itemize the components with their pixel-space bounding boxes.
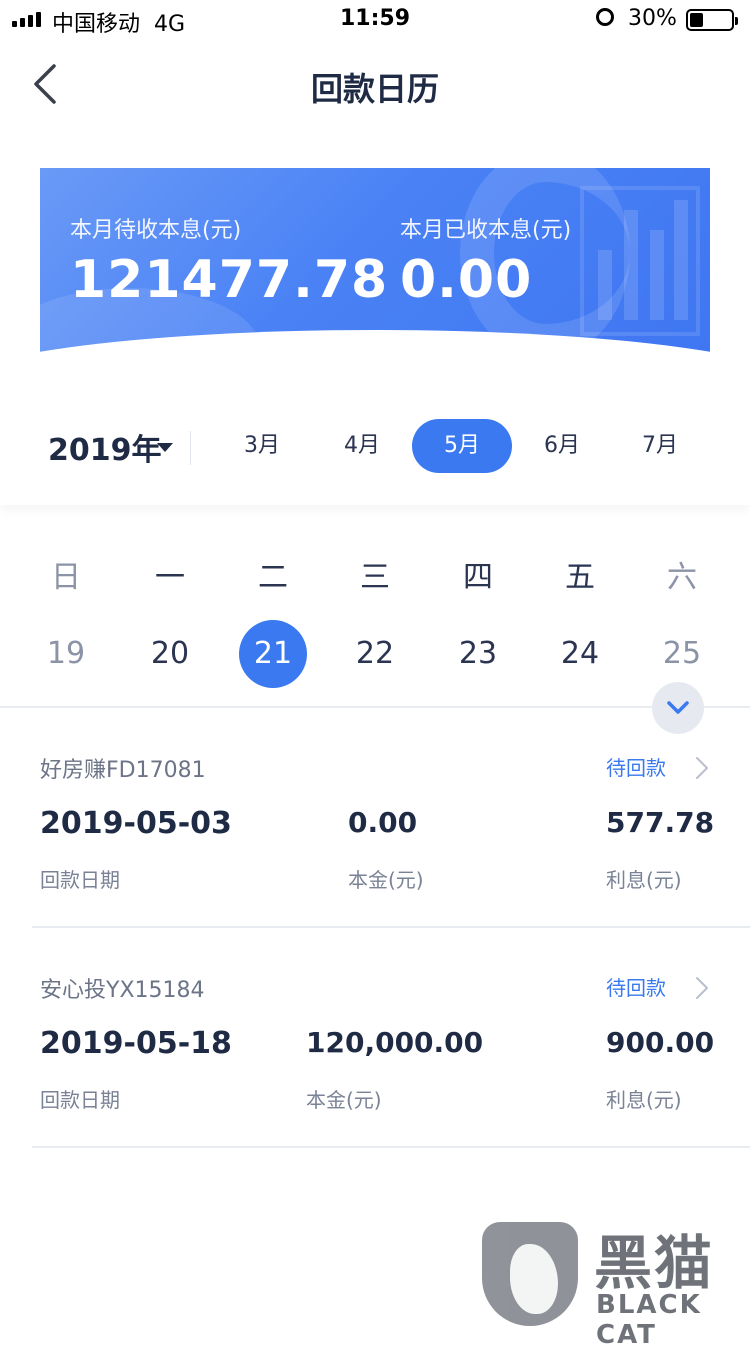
- weekday-label: 二: [258, 560, 288, 595]
- day-cell[interactable]: 19: [32, 620, 100, 688]
- tab-month-4[interactable]: 4月: [312, 419, 412, 473]
- day-cell[interactable]: 20: [136, 620, 204, 688]
- list-item[interactable]: 安心投YX15184 待回款 2019-05-18 120,000.00 900…: [0, 928, 750, 1148]
- weekday-label: 六: [667, 560, 697, 595]
- day-cell[interactable]: 24: [546, 620, 614, 688]
- tab-month-7[interactable]: 7月: [610, 419, 710, 473]
- weekday-label: 四: [463, 560, 493, 595]
- repayment-date-label: 回款日期: [40, 868, 120, 892]
- status-badge: 待回款: [606, 756, 666, 780]
- page-title: 回款日历: [310, 70, 439, 108]
- received-value: 0.00: [400, 250, 533, 310]
- product-name: 好房赚FD17081: [40, 758, 206, 783]
- chevron-right-icon: [696, 977, 708, 999]
- battery-icon: [686, 9, 738, 31]
- summary-card: 本月待收本息(元) 121477.78 本月已收本息(元) 0.00: [40, 168, 710, 358]
- interest-label: 利息(元): [606, 868, 682, 892]
- day-cell[interactable]: 25: [648, 620, 716, 688]
- repayment-date-label: 回款日期: [40, 1088, 120, 1112]
- watermark-logo: 黑猫 BLACK CAT: [478, 1216, 750, 1350]
- pending-value: 121477.78: [70, 250, 389, 310]
- summary-banner: 本月待收本息(元) 121477.78 本月已收本息(元) 0.00: [0, 168, 750, 390]
- principal-value: 120,000.00: [306, 1026, 484, 1059]
- list-item[interactable]: 好房赚FD17081 待回款 2019-05-03 0.00 577.78 回款…: [0, 708, 750, 928]
- day-cell-selected[interactable]: 21: [239, 620, 307, 688]
- pending-label: 本月待收本息(元): [70, 218, 242, 243]
- divider: [32, 1146, 750, 1148]
- tab-month-5[interactable]: 5月: [412, 419, 512, 473]
- received-label: 本月已收本息(元): [400, 218, 572, 243]
- weekday-label: 日: [51, 560, 81, 595]
- watermark-sub: BLACK CAT: [596, 1290, 702, 1350]
- day-cell[interactable]: 22: [341, 620, 409, 688]
- watermark-name: 黑猫: [594, 1229, 715, 1297]
- battery-percent: 30%: [628, 6, 677, 31]
- product-name: 安心投YX15184: [40, 978, 205, 1003]
- interest-value: 900.00: [606, 1026, 715, 1059]
- status-bar: 中国移动 4G 11:59 30%: [0, 0, 750, 40]
- repayment-date: 2019-05-03: [40, 806, 232, 841]
- principal-value: 0.00: [348, 806, 418, 839]
- status-badge: 待回款: [606, 976, 666, 1000]
- interest-label: 利息(元): [606, 1088, 682, 1112]
- divider: [190, 431, 191, 465]
- chevron-right-icon: [696, 757, 708, 779]
- alarm-icon: [596, 8, 614, 26]
- banner-decoration: [580, 186, 700, 336]
- principal-label: 本金(元): [306, 1088, 382, 1112]
- weekday-label: 五: [565, 560, 595, 595]
- day-cell[interactable]: 23: [444, 620, 512, 688]
- weekday-label: 一: [155, 560, 185, 595]
- year-label: 2019年: [48, 433, 162, 468]
- caret-down-icon: [157, 443, 173, 452]
- repayment-date: 2019-05-18: [40, 1026, 232, 1061]
- cat-shield-icon: [482, 1222, 578, 1326]
- tab-month-6[interactable]: 6月: [512, 419, 612, 473]
- principal-label: 本金(元): [348, 868, 424, 892]
- weekday-label: 三: [360, 560, 390, 595]
- month-selector: 2019年 3月 4月 5月 6月 7月: [0, 405, 750, 505]
- tab-month-3[interactable]: 3月: [212, 419, 312, 473]
- interest-value: 577.78: [606, 806, 715, 839]
